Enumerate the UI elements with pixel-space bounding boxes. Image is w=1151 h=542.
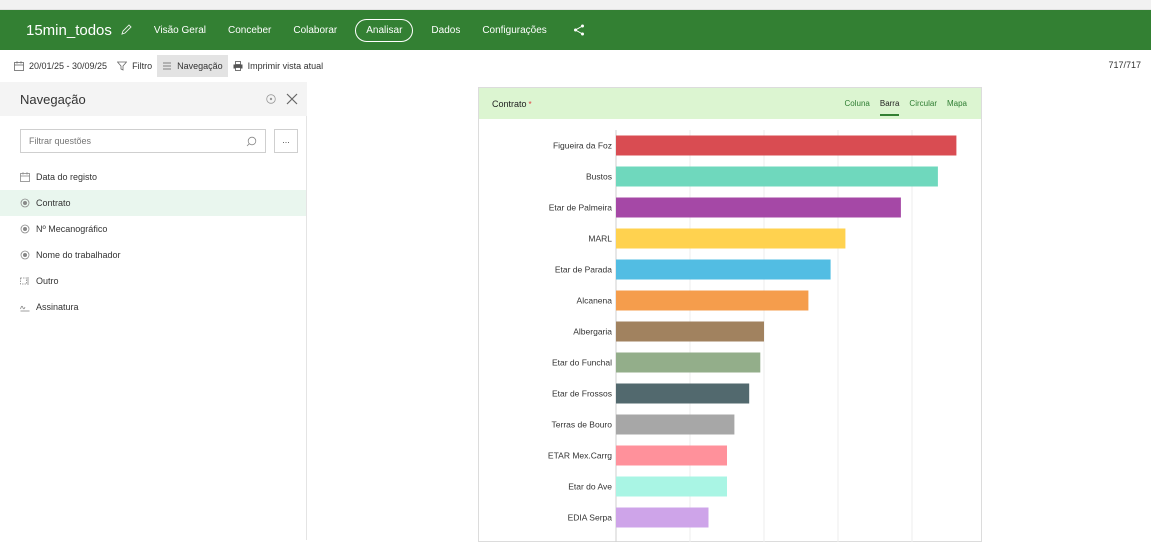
nav-tab-dados[interactable]: Dados: [431, 25, 460, 36]
category-label: Bustos: [586, 172, 612, 182]
radio-icon: [20, 224, 30, 234]
category-label: Etar do Funchal: [552, 358, 612, 368]
calendar-icon: [14, 61, 24, 71]
bar[interactable]: [616, 290, 809, 311]
bar[interactable]: [616, 321, 764, 342]
more-options-button[interactable]: ...: [274, 129, 298, 153]
category-label: Etar do Ave: [568, 482, 612, 492]
question-item-label: Contrato: [36, 198, 71, 208]
question-item-label: Nome do trabalhador: [36, 250, 121, 260]
navigation-panel-title: Navegação: [20, 92, 86, 107]
bar[interactable]: [616, 414, 735, 435]
category-label: Etar de Frossos: [552, 389, 612, 399]
bar[interactable]: [616, 228, 846, 249]
bar[interactable]: [616, 259, 831, 280]
category-label: EDIA Serpa: [568, 513, 613, 523]
question-title: Contrato *: [492, 99, 532, 109]
navigation-label: Navegação: [177, 61, 223, 71]
chart-type-tabs: Coluna Barra Circular Mapa: [835, 99, 967, 116]
list-icon: [163, 62, 172, 70]
record-count: 717/717: [1108, 60, 1141, 70]
main-nav: Visão Geral Conceber Colaborar Analisar Dado…: [154, 18, 569, 42]
radio-icon: [20, 250, 30, 260]
category-label: Alcanena: [577, 296, 613, 306]
date-range-button[interactable]: 20/01/25 - 30/09/25: [9, 55, 112, 77]
navigation-button[interactable]: Navegação: [157, 55, 228, 77]
filter-questions-input[interactable]: [29, 136, 229, 146]
print-button[interactable]: Imprimir vista atual: [228, 55, 329, 77]
question-item[interactable]: Contrato: [0, 190, 306, 216]
nav-tab-configura-es[interactable]: Configurações: [482, 25, 546, 36]
bar[interactable]: [616, 197, 901, 218]
required-mark: *: [528, 100, 532, 109]
category-label: Etar de Palmeira: [549, 203, 613, 213]
question-item[interactable]: Assinatura: [0, 294, 306, 320]
category-label: Terras de Bouro: [552, 420, 613, 430]
bar[interactable]: [616, 476, 727, 497]
bar[interactable]: [616, 445, 727, 466]
filter-button[interactable]: Filtro: [112, 55, 157, 77]
chart-tab-mapa[interactable]: Mapa: [947, 99, 967, 116]
navigation-panel: Navegação ... Data do registo Contrato Nº …: [0, 82, 307, 540]
category-label: Etar de Parada: [555, 265, 612, 275]
main-area: Contrato * Coluna Barra Circular Mapa Figuei…: [308, 82, 1151, 542]
nav-tab-vis-o-geral[interactable]: Visão Geral: [154, 25, 206, 36]
category-label: ETAR Mex.Carrg: [548, 451, 612, 461]
date-range-label: 20/01/25 - 30/09/25: [29, 61, 108, 71]
bar-chart: Figueira da Foz Bustos Etar de Palmeira MAR…: [548, 130, 957, 542]
question-card-header: Contrato * Coluna Barra Circular Mapa: [479, 88, 981, 119]
category-label: Albergaria: [573, 327, 612, 337]
app-title[interactable]: 15min_todos: [26, 22, 132, 39]
question-card: Contrato * Coluna Barra Circular Mapa Figuei…: [478, 87, 982, 542]
category-label: Figueira da Foz: [553, 141, 612, 151]
bar[interactable]: [616, 166, 938, 187]
filter-label: Filtro: [132, 61, 153, 71]
bar[interactable]: [616, 352, 761, 373]
help-icon[interactable]: [266, 94, 276, 104]
question-item[interactable]: Data do registo: [0, 164, 306, 190]
bar[interactable]: [616, 507, 709, 528]
share-icon[interactable]: [573, 24, 585, 36]
bar[interactable]: [616, 135, 957, 156]
printer-icon: [233, 61, 243, 71]
question-item[interactable]: Nome do trabalhador: [0, 242, 306, 268]
chart-tab-circular[interactable]: Circular: [909, 99, 937, 116]
radio-icon: [20, 198, 30, 208]
question-list: Data do registo Contrato Nº Mecanográfico N…: [0, 164, 306, 320]
filter-icon: [117, 61, 128, 71]
navigation-panel-header: Navegação: [0, 82, 307, 116]
question-item[interactable]: Outro: [0, 268, 306, 294]
toolbar: 20/01/25 - 30/09/25 Filtro Navegação Imp…: [0, 54, 1151, 78]
app-title-text: 15min_todos: [26, 21, 112, 39]
category-label: MARL: [588, 234, 612, 244]
search-icon[interactable]: [246, 136, 257, 147]
bar[interactable]: [616, 383, 750, 404]
browser-top-strip: [0, 0, 1151, 10]
nav-tab-colaborar[interactable]: Colaborar: [293, 25, 337, 36]
filter-questions-field[interactable]: [20, 129, 266, 153]
chart-tab-coluna[interactable]: Coluna: [845, 99, 870, 116]
question-item-label: Data do registo: [36, 172, 98, 182]
question-item[interactable]: Nº Mecanográfico: [0, 216, 306, 242]
app-header: 15min_todos Visão Geral Conceber Colaborar…: [0, 10, 1151, 50]
question-item-label: Nº Mecanográfico: [36, 224, 108, 234]
pencil-icon[interactable]: [120, 24, 132, 36]
nav-tab-conceber[interactable]: Conceber: [228, 25, 271, 36]
signature-icon: [20, 305, 30, 312]
close-icon[interactable]: [286, 93, 298, 105]
text-field-icon: [20, 277, 29, 285]
nav-tab-analisar[interactable]: Analisar: [355, 18, 414, 42]
calendar-icon: [20, 172, 30, 182]
question-item-label: Assinatura: [36, 302, 79, 312]
question-item-label: Outro: [36, 276, 59, 286]
question-title-text: Contrato: [492, 99, 527, 109]
chart-tab-barra[interactable]: Barra: [879, 99, 900, 116]
print-label: Imprimir vista atual: [247, 61, 324, 71]
